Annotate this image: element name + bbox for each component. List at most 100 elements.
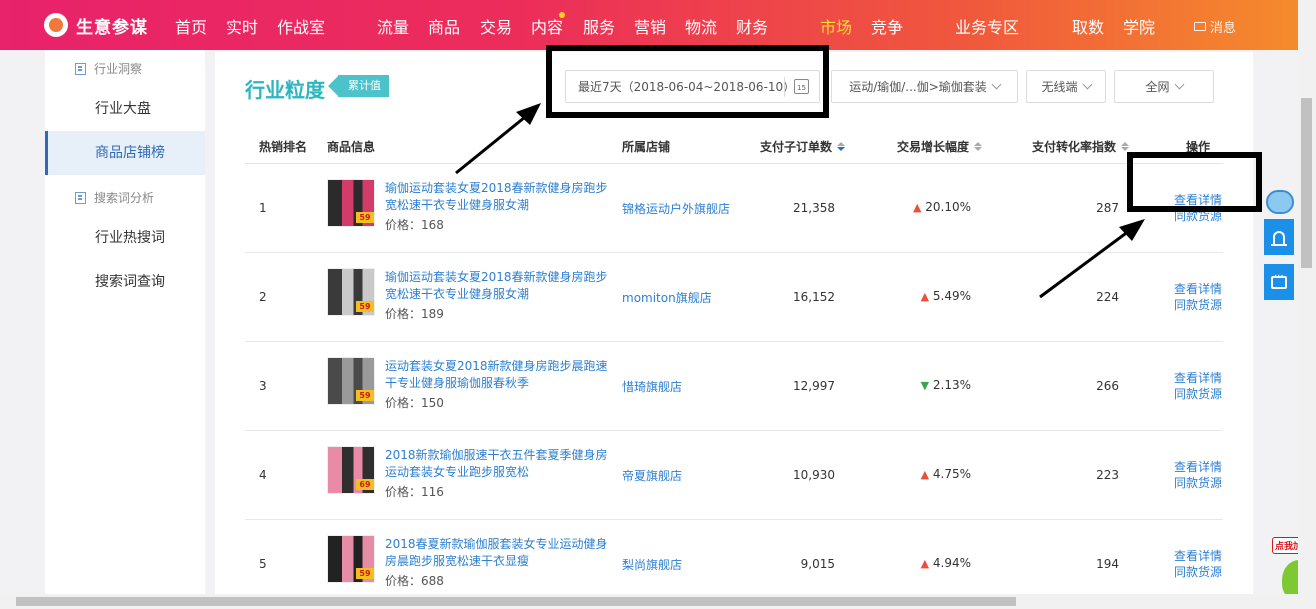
header-conversion[interactable]: 支付转化率指数: [1032, 138, 1130, 155]
view-details-link[interactable]: 查看详情: [1174, 548, 1222, 564]
chat-icon: [1271, 271, 1287, 289]
growth-cell: ▲ 20.10%: [912, 200, 971, 214]
header-growth[interactable]: 交易增长幅度: [897, 138, 983, 155]
nav-finance[interactable]: 财务: [736, 14, 768, 38]
orders-cell: 12,997: [793, 379, 835, 393]
cloud-assistant-icon[interactable]: [1266, 190, 1294, 214]
orders-cell: 16,152: [793, 290, 835, 304]
conversion-cell: 224: [1096, 290, 1119, 304]
actions-cell: 查看详情 同款货源: [1174, 281, 1222, 313]
nav-warroom[interactable]: 作战室: [277, 14, 325, 38]
nav-realtime[interactable]: 实时: [226, 14, 258, 38]
annotation-box-date: [546, 45, 829, 118]
growth-cell: ▲ 4.75%: [920, 467, 971, 481]
arrow-up-icon: ▲: [920, 290, 930, 303]
device-select[interactable]: 无线端: [1026, 70, 1106, 103]
header-orders[interactable]: 支付子订单数: [760, 138, 846, 155]
network-select[interactable]: 全网: [1114, 70, 1214, 103]
product-price: 价格：150: [385, 396, 444, 410]
orders-cell: 9,015: [800, 557, 835, 571]
price-tag: 69: [356, 479, 374, 490]
arrow-up-icon: ▲: [920, 557, 930, 570]
product-thumbnail[interactable]: 59: [327, 357, 375, 405]
rank-cell: 5: [259, 557, 267, 571]
product-thumbnail[interactable]: 59: [327, 535, 375, 583]
page-title: 行业粒度: [245, 78, 325, 102]
message-button[interactable]: 消息: [1194, 17, 1236, 36]
sidebar-item-search-query[interactable]: 搜索词查询: [45, 260, 205, 304]
chevron-down-icon: [991, 79, 1002, 90]
nav-traffic[interactable]: 流量: [377, 14, 409, 38]
rank-cell: 2: [259, 290, 267, 304]
nav-data-fetch[interactable]: 取数: [1072, 14, 1104, 38]
shop-link[interactable]: 帝夏旗舰店: [622, 467, 682, 484]
sidebar-group-label: 行业洞察: [94, 62, 143, 76]
document-icon: [75, 191, 86, 204]
product-thumbnail[interactable]: 69: [327, 446, 375, 494]
notification-button[interactable]: [1264, 219, 1294, 255]
same-source-link[interactable]: 同款货源: [1174, 564, 1222, 580]
product-thumbnail[interactable]: 59: [327, 179, 375, 227]
nav-home[interactable]: 首页: [175, 14, 207, 38]
product-title-link[interactable]: 2018新款瑜伽服速干衣五件套夏季健身房运动套装女专业跑步服宽松: [385, 447, 617, 481]
sort-icon[interactable]: [1121, 142, 1130, 151]
arrow-up-icon: ▲: [920, 468, 930, 481]
vertical-scroll-thumb[interactable]: [1301, 98, 1312, 268]
conversion-cell: 223: [1096, 468, 1119, 482]
shop-link[interactable]: 惜琦旗舰店: [622, 378, 682, 395]
product-price: 价格：688: [385, 574, 444, 588]
header-shop: 所属店铺: [622, 140, 671, 154]
nav-academy[interactable]: 学院: [1123, 14, 1155, 38]
nav-competition[interactable]: 竞争: [871, 14, 903, 38]
vertical-scrollbar[interactable]: [1298, 0, 1316, 609]
product-thumbnail[interactable]: 59: [327, 268, 375, 316]
brand-name[interactable]: 生意参谋: [76, 13, 148, 38]
cumulative-badge: 累计值: [338, 75, 389, 97]
price-tag: 59: [356, 301, 374, 312]
nav-trade[interactable]: 交易: [480, 14, 512, 38]
view-details-link[interactable]: 查看详情: [1174, 459, 1222, 475]
chevron-down-icon: [1174, 79, 1184, 90]
product-title-link[interactable]: 运动套装女夏2018新款健身房跑步晨跑速干专业健身服瑜伽服春秋季: [385, 358, 617, 392]
growth-cell: ▲ 5.49%: [920, 289, 971, 303]
mail-icon: [1194, 22, 1206, 31]
shop-link[interactable]: 梨尚旗舰店: [622, 556, 682, 573]
same-source-link[interactable]: 同款货源: [1174, 386, 1222, 402]
category-select[interactable]: 运动/瑜伽/...伽>瑜伽套装: [831, 70, 1018, 103]
product-title-link[interactable]: 瑜伽运动套装女夏2018春新款健身房跑步宽松速干衣专业健身服女潮: [385, 269, 617, 303]
orders-cell: 10,930: [793, 468, 835, 482]
chat-button[interactable]: [1264, 264, 1294, 300]
horizontal-scroll-thumb[interactable]: [16, 597, 1016, 606]
product-title-link[interactable]: 2018春夏新款瑜伽服套装女专业运动健身房晨跑步服宽松速干衣显瘦: [385, 536, 617, 570]
same-source-link[interactable]: 同款货源: [1174, 475, 1222, 491]
sort-icon[interactable]: [837, 142, 846, 151]
table-row: 2 59 瑜伽运动套装女夏2018春新款健身房跑步宽松速干衣专业健身服女潮 价格…: [245, 253, 1223, 342]
shop-link[interactable]: 锦格运动户外旗舰店: [622, 200, 730, 217]
table-row: 3 59 运动套装女夏2018新款健身房跑步晨跑速干专业健身服瑜伽服春秋季 价格…: [245, 342, 1223, 431]
nav-logistics[interactable]: 物流: [685, 14, 717, 38]
nav-product[interactable]: 商品: [428, 14, 460, 38]
header-rank: 热销排名: [259, 140, 308, 154]
rank-cell: 4: [259, 468, 267, 482]
logo-icon[interactable]: [44, 13, 68, 37]
view-details-link[interactable]: 查看详情: [1174, 281, 1222, 297]
sort-icon[interactable]: [974, 142, 983, 151]
bell-icon: [1271, 230, 1287, 246]
sidebar-item-hot-search[interactable]: 行业热搜词: [45, 216, 205, 260]
product-price: 价格：168: [385, 218, 444, 232]
sidebar-item-product-shop-rank[interactable]: 商品店铺榜: [45, 131, 205, 175]
growth-cell: ▼ 2.13%: [920, 378, 971, 392]
conversion-cell: 287: [1096, 201, 1119, 215]
same-source-link[interactable]: 同款货源: [1174, 297, 1222, 313]
nav-market[interactable]: 市场: [820, 14, 852, 38]
shop-link[interactable]: momiton旗舰店: [622, 289, 712, 306]
nav-content[interactable]: 内容: [531, 14, 563, 38]
nav-marketing[interactable]: 营销: [634, 14, 666, 38]
arrow-up-icon: ▲: [912, 201, 922, 214]
product-title-link[interactable]: 瑜伽运动套装女夏2018春新款健身房跑步宽松速干衣专业健身服女潮: [385, 180, 617, 214]
nav-business-zone[interactable]: 业务专区: [955, 14, 1019, 38]
nav-service[interactable]: 服务: [583, 14, 615, 38]
sidebar-item-industry-overview[interactable]: 行业大盘: [45, 87, 205, 131]
message-label: 消息: [1210, 21, 1237, 36]
view-details-link[interactable]: 查看详情: [1174, 370, 1222, 386]
